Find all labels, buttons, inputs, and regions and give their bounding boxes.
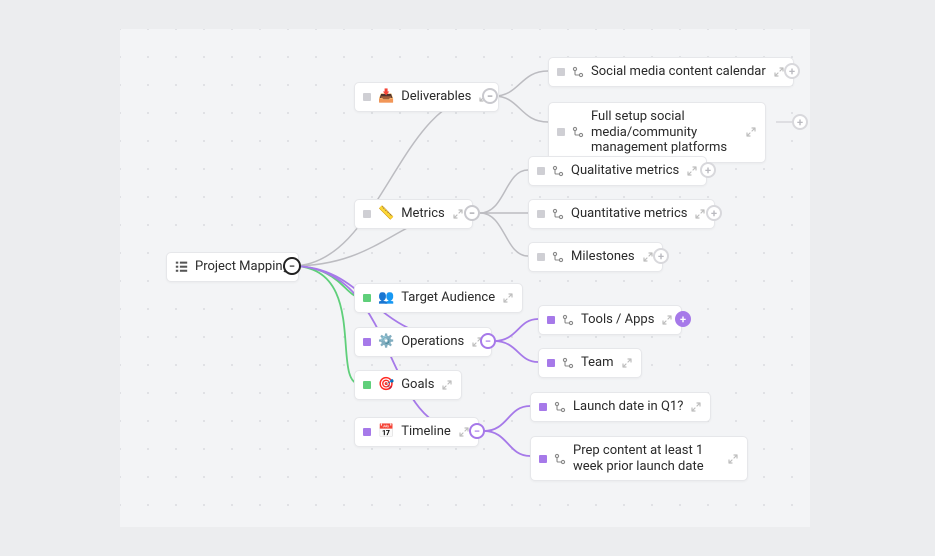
- node-quant[interactable]: Quantitative metrics: [528, 199, 715, 229]
- subtask-icon: [552, 251, 564, 263]
- node-fullsetup[interactable]: Full setup social media/community manage…: [548, 102, 766, 163]
- node-label: Timeline: [401, 424, 451, 440]
- target-icon: 🎯: [378, 378, 394, 391]
- node-miles[interactable]: Milestones: [528, 242, 663, 272]
- deliverables-collapse-toggle[interactable]: −: [482, 88, 498, 104]
- expand-icon[interactable]: [452, 208, 464, 220]
- subtask-icon: [572, 66, 584, 78]
- expand-icon[interactable]: [458, 426, 470, 438]
- status-square: [557, 68, 565, 76]
- status-square: [537, 210, 545, 218]
- status-square: [363, 338, 371, 346]
- node-team[interactable]: Team: [538, 348, 642, 378]
- node-label: Team: [581, 355, 614, 371]
- status-square: [539, 403, 547, 411]
- status-square: [537, 253, 545, 261]
- node-label: Social media content calendar: [591, 64, 766, 80]
- status-square: [537, 167, 545, 175]
- status-square: [539, 455, 547, 463]
- subtask-icon: [552, 208, 564, 220]
- expand-icon[interactable]: [686, 165, 698, 177]
- status-square: [363, 294, 371, 302]
- metrics-collapse-toggle[interactable]: −: [464, 205, 480, 221]
- expand-icon[interactable]: [745, 126, 757, 138]
- node-label: Metrics: [401, 206, 445, 222]
- expand-icon[interactable]: [441, 379, 453, 391]
- mindmap-canvas[interactable]: Project Mapping − 📥 Deliverables − Socia…: [120, 29, 810, 527]
- node-operations[interactable]: ⚙️ Operations: [354, 327, 492, 357]
- subtask-icon: [572, 126, 584, 138]
- expand-icon[interactable]: [727, 453, 739, 465]
- subtask-icon: [562, 357, 574, 369]
- subtask-icon: [554, 453, 566, 465]
- status-square: [557, 128, 565, 136]
- node-tools[interactable]: Tools / Apps: [538, 305, 682, 335]
- node-metrics[interactable]: 📏 Metrics: [354, 199, 473, 229]
- status-square: [547, 359, 555, 367]
- expand-icon[interactable]: [642, 251, 654, 263]
- expand-icon[interactable]: [502, 292, 514, 304]
- node-label: Deliverables: [401, 89, 471, 105]
- node-timeline[interactable]: 📅 Timeline: [354, 417, 479, 447]
- status-square: [547, 316, 555, 324]
- node-label: Full setup social media/community manage…: [591, 109, 738, 156]
- node-label: Milestones: [571, 249, 635, 265]
- expand-icon[interactable]: [661, 314, 673, 326]
- node-label: Tools / Apps: [581, 312, 654, 328]
- node-label: Target Audience: [401, 290, 495, 306]
- add-child-button[interactable]: +: [706, 205, 722, 221]
- root-collapse-toggle[interactable]: −: [283, 257, 301, 275]
- node-label: Goals: [401, 377, 434, 393]
- operations-collapse-toggle[interactable]: −: [480, 333, 496, 349]
- subtask-icon: [554, 401, 566, 413]
- node-qual[interactable]: Qualitative metrics: [528, 156, 707, 186]
- inbox-icon: 📥: [378, 90, 394, 103]
- node-targetaudience[interactable]: 👥 Target Audience: [354, 283, 523, 313]
- node-label: Prep content at least 1 week prior launc…: [573, 443, 720, 474]
- ruler-icon: 📏: [378, 207, 394, 220]
- node-goals[interactable]: 🎯 Goals: [354, 370, 462, 400]
- calendar-icon: 📅: [378, 425, 394, 438]
- timeline-collapse-toggle[interactable]: −: [469, 423, 485, 439]
- subtask-icon: [562, 314, 574, 326]
- node-label: Qualitative metrics: [571, 163, 679, 179]
- people-icon: 👥: [378, 291, 394, 304]
- node-label: Quantitative metrics: [571, 206, 687, 222]
- node-smcc[interactable]: Social media content calendar: [548, 57, 794, 87]
- status-square: [363, 428, 371, 436]
- add-child-button[interactable]: +: [792, 114, 808, 130]
- add-child-button[interactable]: +: [653, 248, 669, 264]
- expand-icon[interactable]: [621, 357, 633, 369]
- node-label: Launch date in Q1?: [573, 399, 683, 415]
- expand-icon[interactable]: [694, 208, 706, 220]
- status-square: [363, 381, 371, 389]
- add-child-button[interactable]: +: [784, 63, 800, 79]
- node-root[interactable]: Project Mapping: [166, 252, 299, 282]
- status-square: [363, 93, 371, 101]
- add-child-button[interactable]: +: [700, 162, 716, 178]
- node-label: Project Mapping: [195, 259, 290, 275]
- gear-icon: ⚙️: [378, 335, 394, 348]
- expand-icon[interactable]: [773, 66, 785, 78]
- expand-icon[interactable]: [690, 401, 702, 413]
- add-child-button[interactable]: +: [675, 311, 691, 327]
- node-label: Operations: [401, 334, 464, 350]
- node-prep[interactable]: Prep content at least 1 week prior launc…: [530, 436, 748, 481]
- node-deliverables[interactable]: 📥 Deliverables: [354, 82, 499, 112]
- status-square: [363, 210, 371, 218]
- node-launchq1[interactable]: Launch date in Q1?: [530, 392, 711, 422]
- list-icon: [175, 260, 188, 273]
- subtask-icon: [552, 165, 564, 177]
